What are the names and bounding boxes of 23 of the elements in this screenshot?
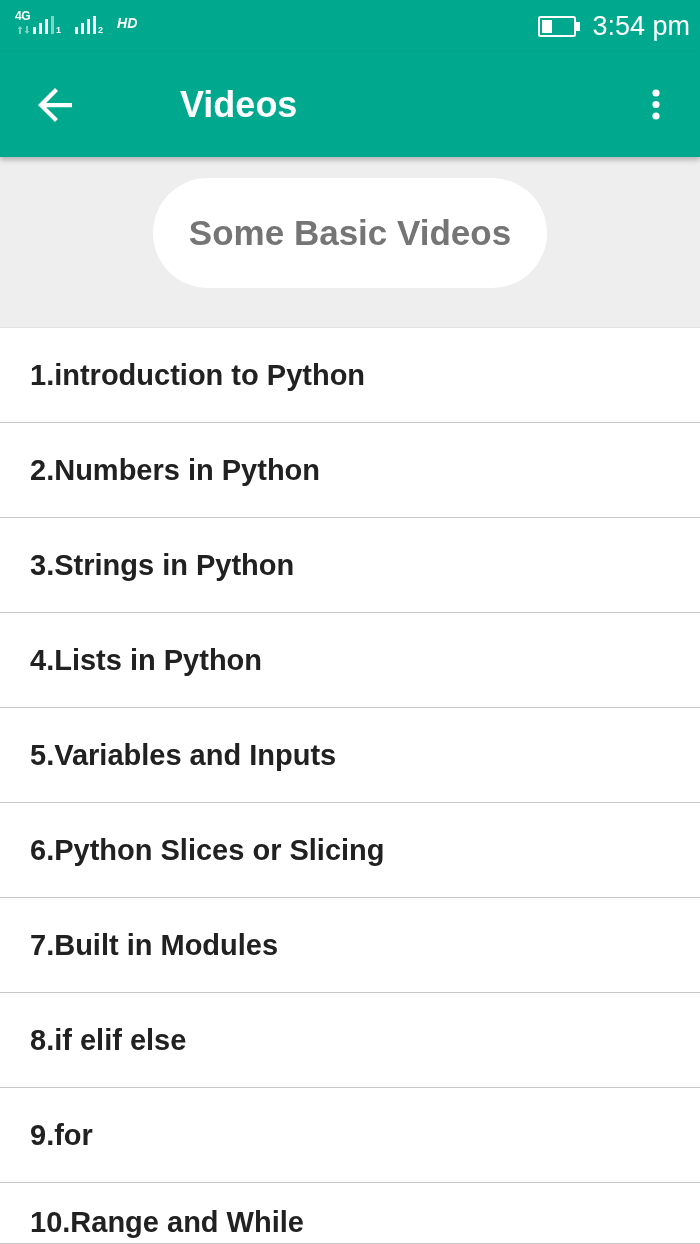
video-list-item[interactable]: 2.Numbers in Python: [0, 423, 700, 518]
video-list-item[interactable]: 4.Lists in Python: [0, 613, 700, 708]
data-arrows-icon: [18, 26, 30, 34]
video-list-item[interactable]: 7.Built in Modules: [0, 898, 700, 993]
video-list-item[interactable]: 10.Range and While: [0, 1183, 700, 1244]
sim-slot-label: 2: [98, 26, 104, 34]
video-list-item[interactable]: 1.introduction to Python: [0, 328, 700, 423]
network-type-label: 4G: [15, 11, 30, 22]
signal-strength-icon: [75, 16, 97, 34]
video-list-item[interactable]: 8.if elif else: [0, 993, 700, 1088]
signal-strength-icon: [33, 16, 54, 34]
screen-title: Videos: [180, 83, 299, 126]
battery-icon: [538, 15, 581, 37]
more-options-icon: [652, 89, 660, 120]
hd-voice-label: HD: [117, 16, 138, 30]
clock-time: 3:54 pm: [592, 11, 690, 41]
video-list-item[interactable]: 3.Strings in Python: [0, 518, 700, 613]
video-list-item[interactable]: 9.for: [0, 1088, 700, 1183]
video-list-item[interactable]: 6.Python Slices or Slicing: [0, 803, 700, 898]
section-title-pill: Some Basic Videos: [152, 178, 548, 288]
back-arrow-icon: [38, 87, 72, 122]
video-list-item[interactable]: 5.Variables and Inputs: [0, 708, 700, 803]
sim-slot-label: 1: [56, 26, 62, 34]
